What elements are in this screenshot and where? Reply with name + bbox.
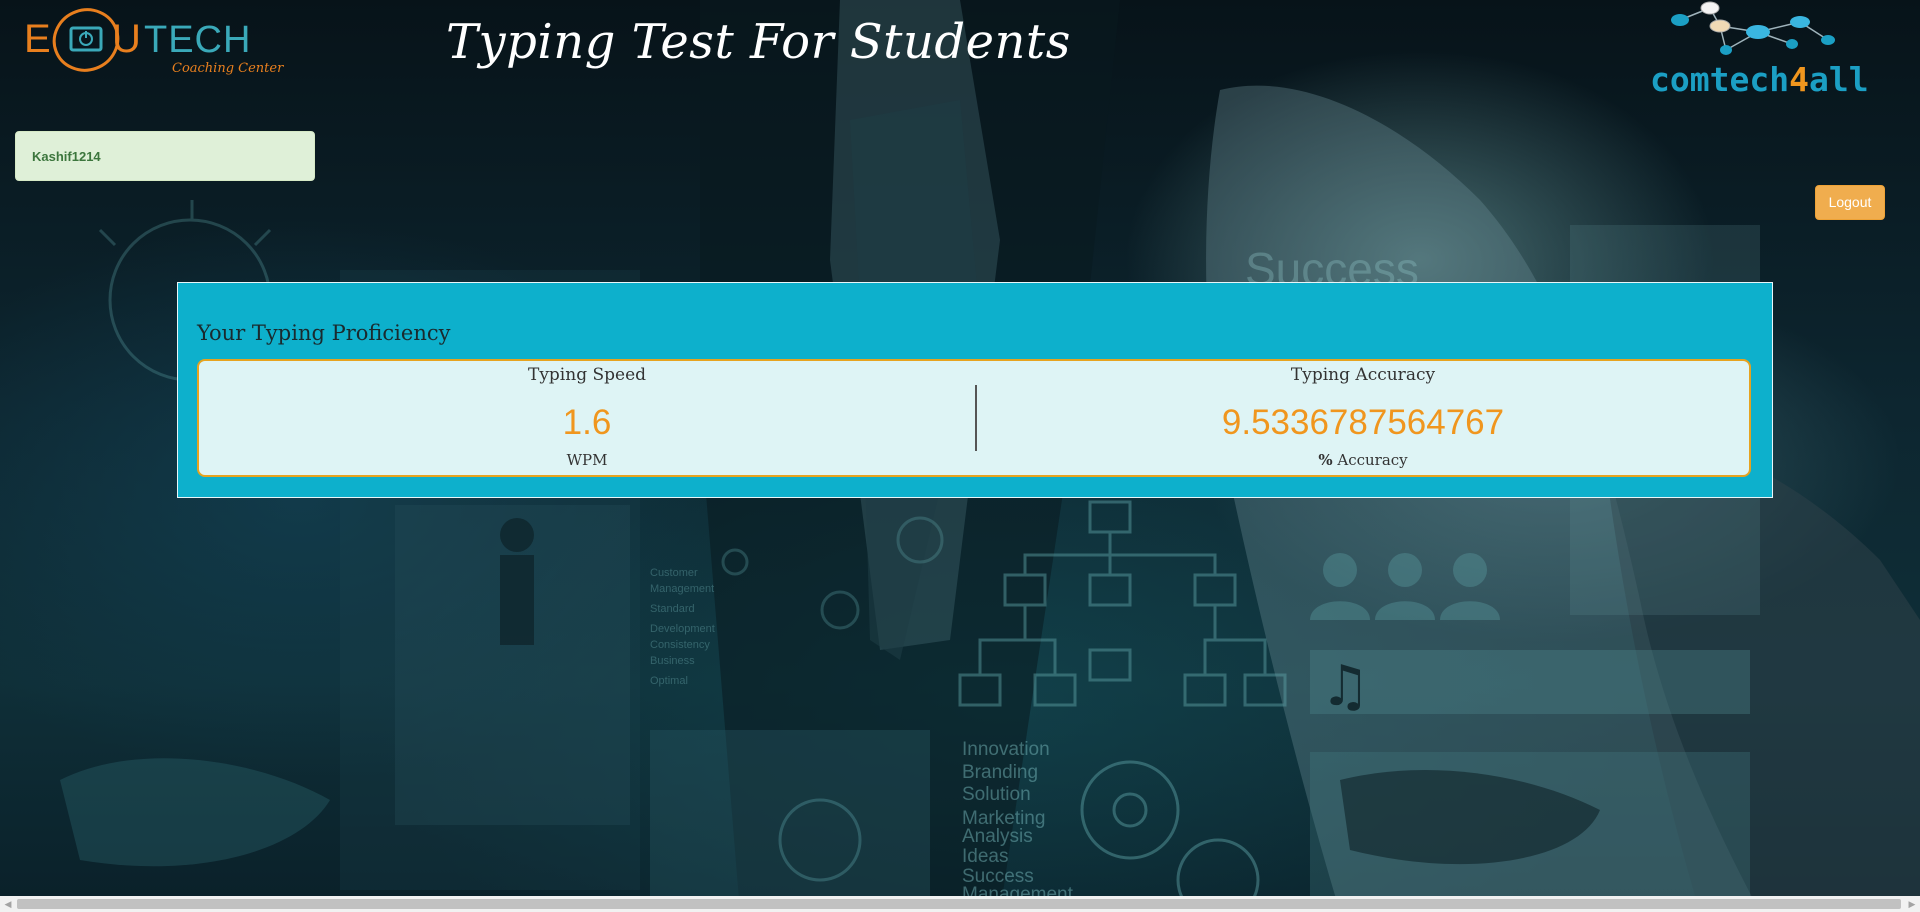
comtech4all-logo: comtech4all (1650, 1, 1869, 99)
svg-text:Standard: Standard (650, 603, 695, 615)
accuracy-word: Accuracy (1337, 451, 1408, 469)
typing-speed-label: Typing Speed (527, 365, 647, 385)
typing-speed-value: 1.6 (562, 403, 612, 442)
typing-accuracy-value: 9.5336787564767 (1221, 403, 1505, 442)
logout-button[interactable]: Logout (1815, 185, 1885, 220)
typing-accuracy-label: Typing Accuracy (1290, 365, 1436, 385)
page-title: Typing Test For Students (446, 14, 1071, 70)
svg-text:E: E (24, 17, 51, 61)
svg-text:Innovation: Innovation (962, 739, 1050, 760)
svg-text:Business: Business (650, 655, 695, 667)
svg-text:♫: ♫ (1320, 654, 1370, 719)
horizontal-scrollbar[interactable]: ◀ ▶ (0, 896, 1920, 912)
typing-speed-section: Typing Speed 1.6 WPM (199, 361, 975, 475)
svg-text:Optimal: Optimal (650, 675, 688, 687)
svg-text:Ideas: Ideas (962, 846, 1008, 867)
user-info-box: Kashif1214 (15, 131, 315, 181)
svg-text:Consistency: Consistency (650, 639, 710, 651)
svg-text:Branding: Branding (962, 762, 1038, 783)
svg-text:Customer: Customer (650, 567, 698, 579)
scroll-right-arrow-icon[interactable]: ▶ (1904, 896, 1920, 912)
percent-symbol: % (1318, 451, 1333, 469)
svg-text:Coaching Center: Coaching Center (172, 61, 284, 76)
typing-proficiency-panel: Your Typing Proficiency Typing Speed 1.6… (177, 282, 1773, 498)
results-box: Typing Speed 1.6 WPM Typing Accuracy 9.5… (197, 359, 1751, 477)
edutech-logo: E U TECH Coaching Center (24, 8, 284, 76)
panel-heading: Your Typing Proficiency (197, 321, 451, 345)
svg-text:Development: Development (650, 623, 715, 635)
svg-text:U: U (112, 17, 141, 61)
svg-text:comtech4all: comtech4all (1650, 60, 1869, 99)
svg-text:TECH: TECH (144, 19, 251, 61)
svg-text:Solution: Solution (962, 784, 1031, 805)
typing-accuracy-unit: % Accuracy (975, 451, 1751, 469)
typing-speed-unit: WPM (566, 451, 608, 469)
typing-accuracy-section: Typing Accuracy 9.5336787564767 % Accura… (975, 361, 1751, 475)
svg-text:Analysis: Analysis (962, 826, 1033, 847)
scrollbar-thumb[interactable] (17, 899, 1901, 909)
svg-text:Management: Management (650, 583, 714, 595)
scroll-left-arrow-icon[interactable]: ◀ (0, 896, 16, 912)
username-label: Kashif1214 (32, 149, 101, 164)
